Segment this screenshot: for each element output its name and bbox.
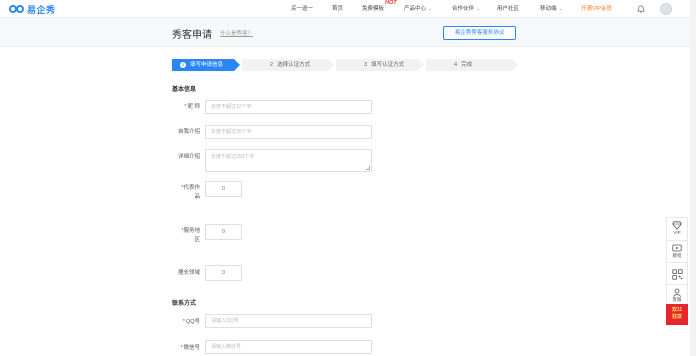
bell-icon[interactable] (637, 5, 645, 13)
chevron-down-icon: ⌄ (476, 6, 481, 12)
avatar[interactable] (660, 3, 672, 15)
step-arrow (418, 59, 424, 71)
page-title: 秀客申请 (172, 30, 212, 41)
qq-input[interactable]: 请输入QQ号 (205, 314, 372, 328)
service-agreement-button[interactable]: 易企秀秀客服务协议 (443, 26, 516, 40)
top-navbar: 易企秀 买一送一 首页 免费模板 HOT 产品中心 ⌄ 合作伙伴 ⌄ 用户社区 移动… (0, 0, 696, 18)
promo-badge[interactable]: 双11 狂欢 (666, 304, 688, 325)
page-header: 秀客申请 什么是秀客？ 易企秀秀客服务协议 (0, 18, 696, 47)
wechat-input[interactable]: 请输入微信号 (205, 340, 372, 354)
region-label: *服务地区 (181, 228, 200, 243)
logo-icon (9, 4, 26, 14)
wechat-label: *微信号 (180, 345, 200, 351)
step-progress: 1 填写申请信息 2 选择认证方式 3 填写认证方式 4 完成 (172, 59, 518, 71)
nav-item-products[interactable]: 产品中心 ⌄ (404, 0, 432, 18)
step-arrow (234, 59, 240, 71)
page-scrollbar[interactable] (690, 0, 696, 356)
hot-badge: HOT (385, 0, 397, 6)
vip-diamond-icon (672, 221, 682, 230)
intro-input[interactable]: 长度不超过30个字 (205, 125, 372, 139)
step-arrow (328, 59, 334, 71)
video-tutorial-icon (672, 244, 682, 252)
basic-info-heading: 基本信息 (172, 87, 197, 93)
brand-logo[interactable]: 易企秀 (9, 3, 56, 16)
intro-label: 自我介绍 (177, 129, 200, 135)
step-1: 1 填写申请信息 (172, 59, 234, 71)
customer-service-icon (672, 288, 682, 297)
nav-item-community[interactable]: 用户社区 (497, 0, 519, 18)
skill-label: 擅长领域 (177, 270, 200, 276)
qr-code-icon (671, 269, 683, 280)
chevron-down-icon: ⌄ (428, 6, 433, 12)
sidebar-tutorial[interactable]: 教程 (666, 240, 688, 264)
nickname-input[interactable]: 长度不超过12个字 (205, 100, 372, 114)
step-arrow (512, 59, 518, 71)
region-select[interactable]: 0 (205, 224, 242, 240)
skill-select[interactable]: 0 (205, 265, 242, 281)
nav-item-partners[interactable]: 合作伙伴 ⌄ (452, 0, 480, 18)
nav-item-home[interactable]: 首页 (332, 0, 343, 18)
sidebar-qrcode[interactable] (666, 262, 688, 286)
nav-item-bogo[interactable]: 买一送一 (291, 0, 313, 18)
step-3: 3 填写认证方式 (336, 59, 418, 71)
detail-label: 详细介绍 (177, 154, 200, 160)
nav-item-free-templates[interactable]: 免费模板 (362, 0, 384, 18)
qq-label: *QQ号 (182, 319, 200, 325)
detail-textarea[interactable]: 长度不超过200个字 (205, 149, 372, 172)
chevron-down-icon: ⌄ (558, 6, 563, 12)
brand-name: 易企秀 (27, 5, 56, 16)
sidebar-vip[interactable]: VIP (666, 217, 688, 241)
nav-item-vip[interactable]: 开通VIP会员 (581, 0, 612, 18)
help-link[interactable]: 什么是秀客？ (220, 29, 253, 37)
works-label: *代表作品 (181, 185, 200, 200)
resize-handle-icon[interactable] (366, 166, 370, 170)
step-4: 4 完成 (426, 59, 512, 71)
nickname-label: *昵 称 (184, 104, 200, 110)
works-select[interactable]: 0 (205, 181, 242, 197)
step-2: 2 选择认证方式 (242, 59, 328, 71)
contact-heading: 联系方式 (172, 301, 197, 307)
nav-item-mobile[interactable]: 移动端 ⌄ (540, 0, 563, 18)
